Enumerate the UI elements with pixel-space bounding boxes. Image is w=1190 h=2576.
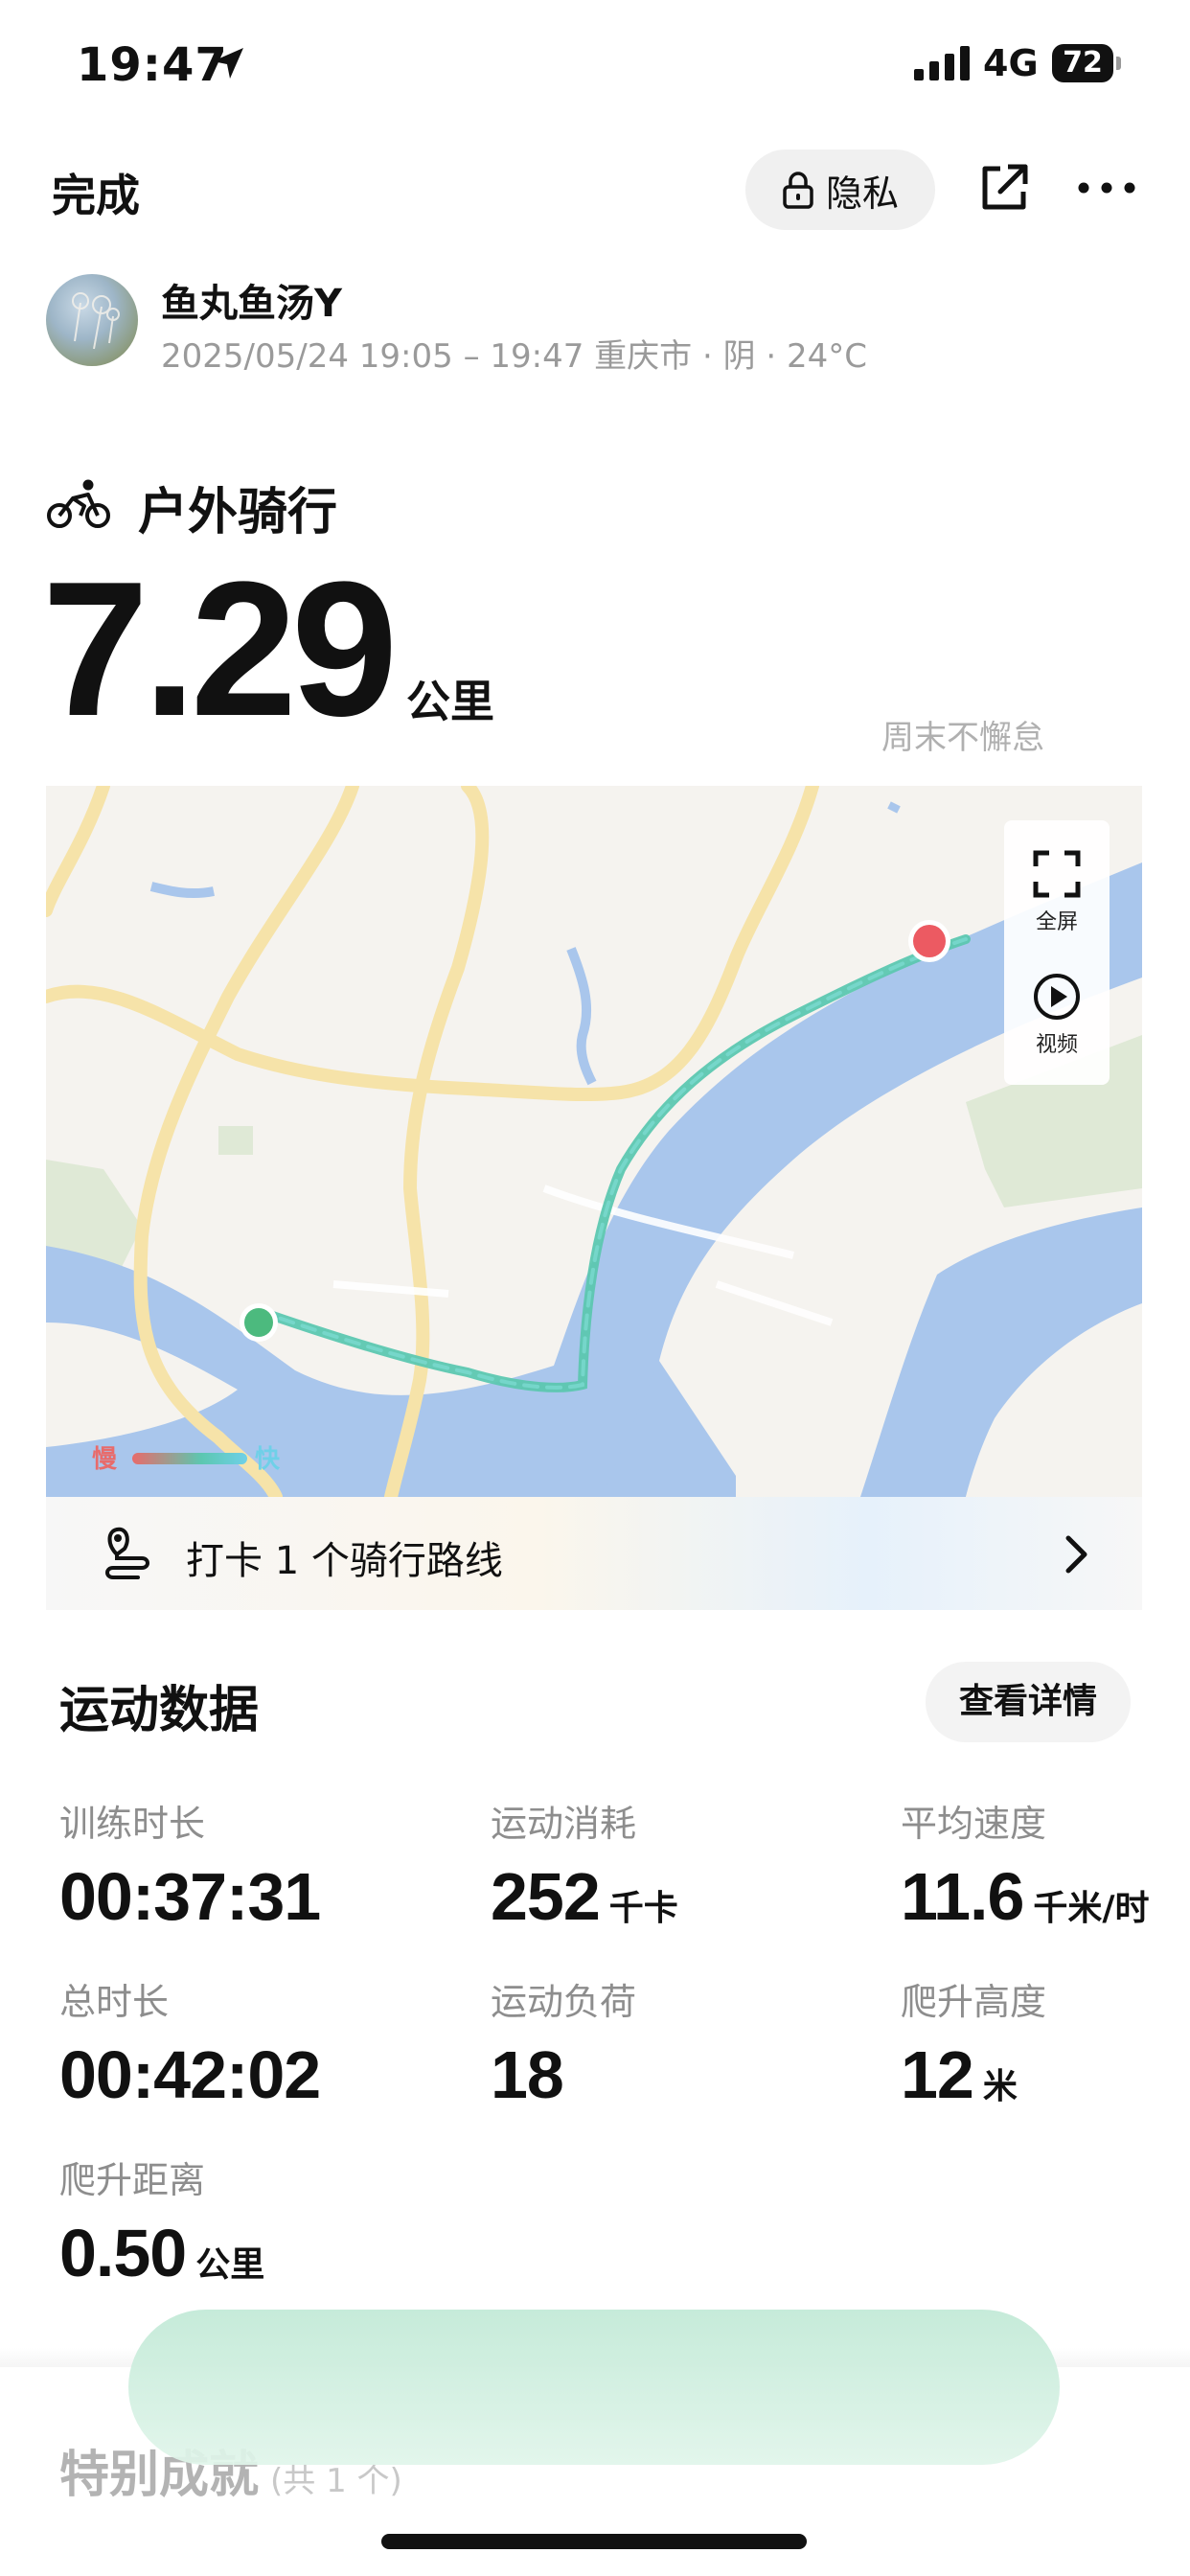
privacy-button[interactable]: 隐私	[745, 150, 935, 230]
stat-training-load: 运动负荷 18	[491, 1972, 636, 2113]
speed-slow-label: 慢	[92, 1445, 118, 1474]
location-arrow-icon	[213, 48, 243, 79]
status-time: 19:47	[77, 38, 228, 92]
route-map[interactable]: 全屏 视频 慢 快	[46, 786, 1142, 1497]
stat-value: 18	[491, 2037, 564, 2112]
stat-label: 爬升距离	[59, 2159, 206, 2201]
stat-total-duration: 总时长 00:42:02	[59, 1972, 321, 2113]
top-nav: 完成 隐私	[0, 144, 1190, 240]
network-type: 4G	[983, 42, 1039, 84]
stat-value: 00:42:02	[59, 2037, 321, 2112]
floating-action-button[interactable]	[128, 2310, 1060, 2465]
route-checkin-row[interactable]: 打卡 1 个骑行路线	[46, 1497, 1142, 1610]
stat-unit: 千卡	[608, 1889, 678, 1928]
stat-label: 运动消耗	[491, 1803, 637, 1845]
battery-cap	[1116, 57, 1121, 70]
status-bar: 19:47 4G 72	[0, 0, 1190, 125]
battery-icon: 72	[1052, 44, 1121, 82]
sport-type: 户外骑行	[138, 484, 338, 541]
fullscreen-label: 全屏	[1035, 910, 1078, 934]
speed-fast-label: 快	[255, 1445, 281, 1474]
achievements-count: (共 1 个)	[270, 2462, 402, 2500]
stats-section-title: 运动数据	[59, 1682, 260, 1739]
distance-value: 7.29	[42, 542, 398, 756]
stat-label: 训练时长	[59, 1803, 206, 1845]
slogan: 周末不懈怠	[881, 719, 1044, 757]
stat-elevation-gain: 爬升高度 12 米	[901, 1972, 1046, 2113]
stat-avg-speed: 平均速度 11.6 千米/时	[901, 1794, 1150, 1935]
stat-calories: 运动消耗 252 千卡	[491, 1794, 678, 1935]
workout-detail-page: 19:47 4G 72 完成 隐私 鱼丸鱼汤Y 2025/05/24 19:05…	[0, 0, 1190, 2576]
play-icon	[1034, 974, 1080, 1020]
fullscreen-control[interactable]: 全屏	[1004, 849, 1110, 935]
stat-label: 爬升高度	[901, 1981, 1047, 2023]
route-pin-icon	[105, 1527, 149, 1579]
avatar-image	[72, 292, 120, 350]
map-background	[46, 786, 1142, 1497]
stat-training-duration: 训练时长 00:37:31	[59, 1794, 321, 1935]
done-button[interactable]: 完成	[52, 161, 140, 224]
view-details-button[interactable]: 查看详情	[926, 1662, 1131, 1742]
lock-icon	[783, 172, 813, 209]
distance-unit: 公里	[406, 676, 494, 727]
share-icon[interactable]	[977, 161, 1031, 215]
video-label: 视频	[1035, 1033, 1078, 1057]
bike-icon	[47, 479, 110, 528]
stat-value: 252	[491, 1859, 601, 1934]
speed-gradient-bar	[132, 1453, 247, 1464]
stat-label: 运动负荷	[491, 1981, 637, 2023]
checkin-text: 打卡 1 个骑行路线	[186, 1539, 503, 1583]
stat-label: 总时长	[59, 1981, 170, 2023]
battery-level: 72	[1052, 44, 1113, 82]
avatar[interactable]	[46, 274, 138, 366]
stat-value: 0.50	[59, 2216, 187, 2290]
stat-unit: 千米/时	[1033, 1889, 1150, 1928]
stat-unit: 公里	[195, 2245, 265, 2285]
username[interactable]: 鱼丸鱼汤Y	[161, 272, 342, 328]
stat-value: 00:37:31	[59, 1859, 321, 1934]
privacy-label: 隐私	[825, 172, 899, 215]
home-indicator[interactable]	[381, 2534, 807, 2549]
more-icon[interactable]	[1077, 169, 1136, 207]
activity-meta: 2025/05/24 19:05 – 19:47 重庆市 · 阴 · 24°C	[161, 337, 868, 376]
signal-icon	[914, 46, 970, 80]
stat-climb-distance: 爬升距离 0.50 公里	[59, 2150, 264, 2291]
stat-unit: 米	[982, 2067, 1018, 2106]
map-controls: 全屏 视频	[1004, 820, 1110, 1085]
stat-value: 12	[901, 2037, 974, 2112]
chevron-right-icon	[1065, 1535, 1087, 1574]
stat-label: 平均速度	[901, 1803, 1047, 1845]
stat-value: 11.6	[901, 1859, 1024, 1934]
video-control[interactable]: 视频	[1004, 972, 1110, 1058]
fullscreen-icon	[1033, 850, 1081, 898]
